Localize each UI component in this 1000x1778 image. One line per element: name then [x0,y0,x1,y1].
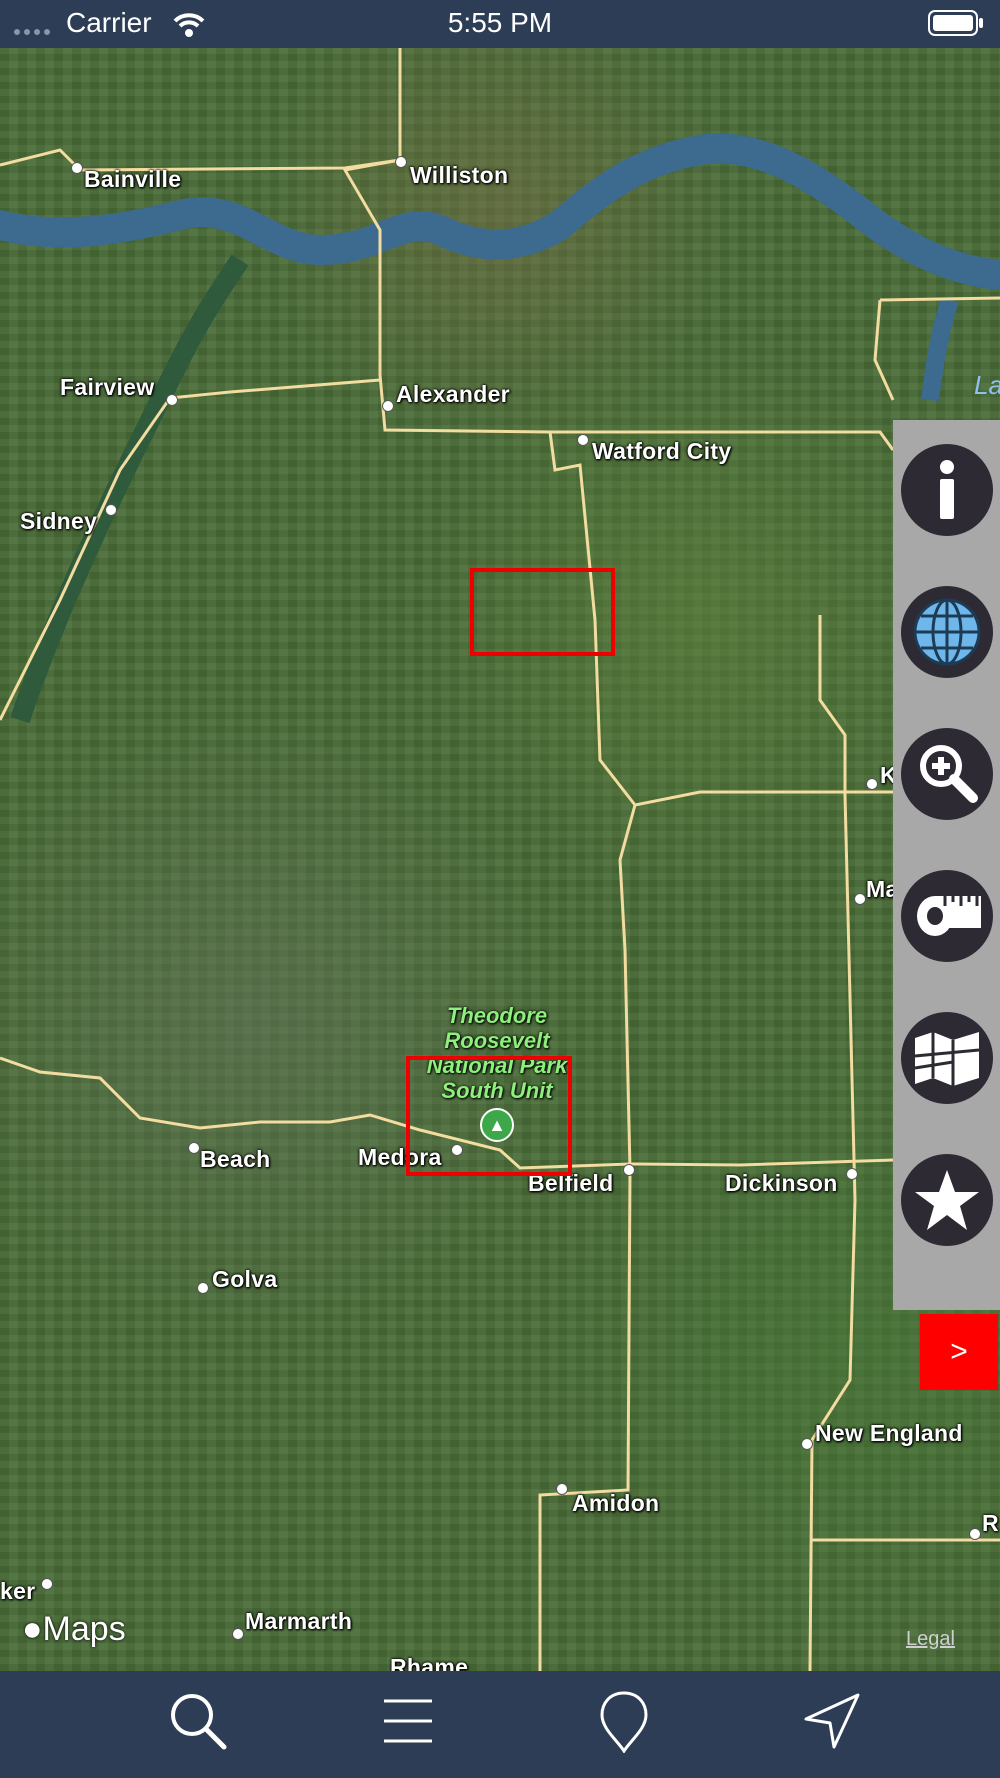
lake-sakakawea-arm [921,297,959,402]
location-pin-icon[interactable] [592,1689,656,1753]
city-dot [41,1578,53,1590]
place-label: R [982,1510,999,1536]
info-button[interactable] [901,444,993,536]
city-dot [188,1142,200,1154]
place-label: Bainville [84,166,182,192]
city-dot [623,1164,635,1176]
city-dot [969,1528,981,1540]
city-dot [846,1168,858,1180]
place-label: Golva [212,1266,278,1292]
place-label: Dickinson [725,1170,838,1196]
favorites-button[interactable] [901,1154,993,1246]
navigation-arrow-icon[interactable] [800,1689,864,1753]
place-label: Fairview [60,374,155,400]
zoom-in-icon [920,745,978,803]
park-label-line: Roosevelt [444,1028,550,1053]
maps-attribution-text: Maps [42,1610,126,1648]
city-dot [866,778,878,790]
search-icon[interactable] [166,1689,230,1753]
panel-toggle-button[interactable]: > [920,1314,998,1390]
maps-attribution: ●Maps [22,1610,126,1649]
globe-button[interactable] [901,586,993,678]
city-dot [395,156,407,168]
measuring-tape-icon [917,896,981,936]
place-label: Marmarth [245,1608,353,1634]
clock: 5:55 PM [447,7,553,38]
zoom-in-button[interactable] [901,728,993,820]
city-dot [166,394,178,406]
star-icon [915,1170,979,1230]
place-label: Alexander [396,381,510,407]
menu-icon[interactable] [376,1689,440,1753]
city-dot [232,1628,244,1640]
highlight-box[interactable] [470,568,615,656]
status-bar: Carrier 5:55 PM [0,0,1000,48]
measure-button[interactable] [901,870,993,962]
lake-label: La [974,370,1000,400]
city-dot [577,434,589,446]
city-dot [801,1438,813,1450]
missouri-river-south [10,254,249,724]
city-dot [71,162,83,174]
apple-logo-icon: ● [22,1610,43,1648]
info-icon [940,460,954,519]
place-label: Williston [410,162,509,188]
city-dot [382,400,394,412]
satellite-map[interactable]: Bainville Williston Fairview Alexander W… [0,48,1000,1671]
globe-icon [913,598,981,666]
battery-icon [928,10,983,36]
folded-map-icon [914,1032,980,1086]
map-layers-button[interactable] [901,1012,993,1104]
place-label: Amidon [572,1490,660,1516]
place-label: Beach [200,1146,271,1172]
city-dot [105,504,117,516]
legal-link[interactable]: Legal [906,1628,955,1651]
place-label: Rhame [390,1654,469,1671]
place-label: Sidney [20,508,98,534]
tab-bar [0,1671,1000,1778]
tool-panel [893,420,1000,1310]
park-label-line: Theodore [446,1003,548,1028]
place-label: Watford City [592,438,732,464]
city-dot [197,1282,209,1294]
place-label: New England [815,1420,963,1446]
highlight-box[interactable] [406,1056,572,1176]
city-dot [556,1483,568,1495]
city-dot [854,893,866,905]
place-label: ker [0,1578,36,1604]
